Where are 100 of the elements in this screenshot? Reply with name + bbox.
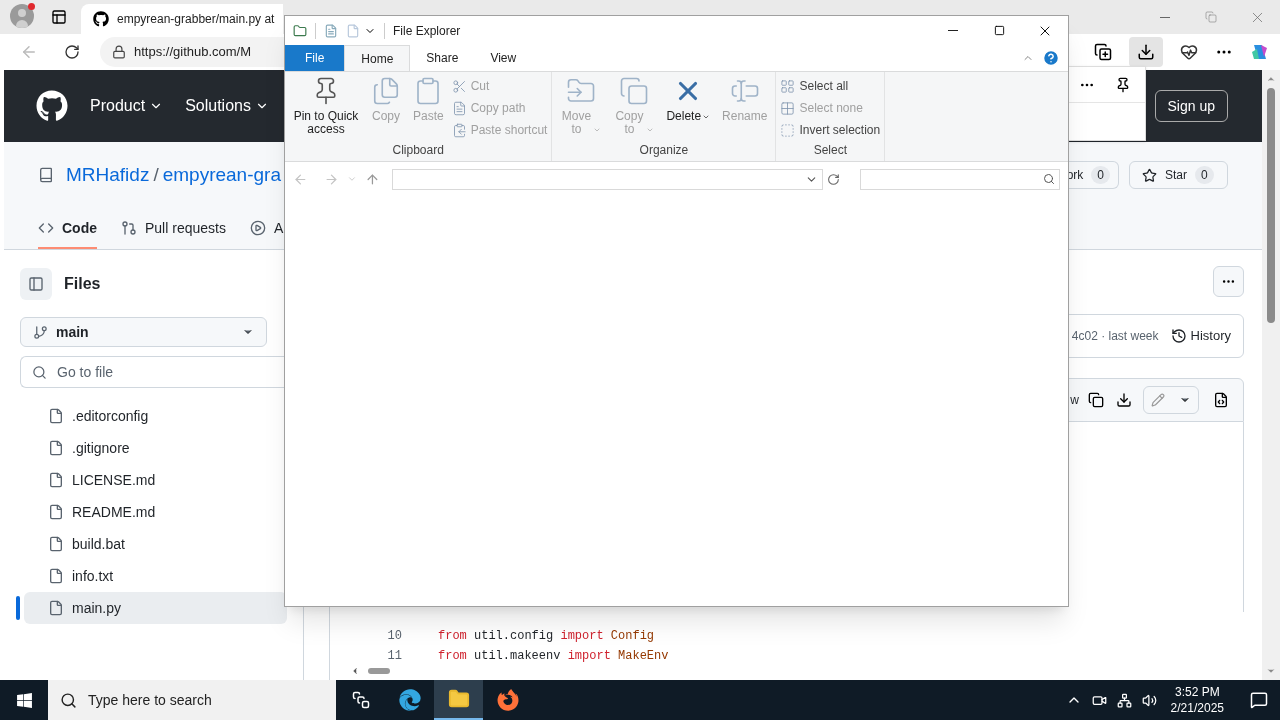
ribbon-tab[interactable]: View [474,45,533,71]
collapse-files-button[interactable] [20,268,52,300]
browser-essentials-icon[interactable] [1180,43,1198,61]
owner-link[interactable]: MRHafidz [66,160,150,190]
nav-menu[interactable]: Solutions [185,94,269,118]
profile-avatar[interactable] [10,4,34,28]
scroll-left-icon[interactable] [350,666,360,676]
group-label: Select [812,142,848,159]
file-icon [48,568,64,584]
copilot-icon[interactable] [1250,42,1270,62]
browser-tab[interactable]: empyrean-grabber/main.py at [81,4,283,34]
file-item[interactable]: LICENSE.md [24,464,287,496]
github-logo-icon [93,11,109,27]
code-icon [38,220,54,236]
history-button[interactable]: History [1170,326,1231,346]
help-icon[interactable] [1042,49,1060,67]
github-logo-icon[interactable] [36,90,68,122]
selection-indicator [16,596,20,620]
minimize-icon [1160,16,1170,18]
taskbar-app-button[interactable] [434,680,483,720]
sign-up-button[interactable]: Sign up [1154,90,1228,122]
repo-tab[interactable]: A [249,209,284,249]
line-number: 11 [386,648,402,665]
scroll-up-icon[interactable] [1266,74,1276,84]
repo-tab[interactable]: Pull requests [121,209,226,249]
file-item[interactable]: .editorconfig [24,400,287,432]
caret-icon [702,113,711,121]
folder-icon [447,688,470,710]
play-icon [249,220,266,236]
ribbon-tab[interactable]: Share [410,45,475,71]
scroll-down-icon[interactable] [1266,666,1276,676]
ribbon-button[interactable]: Delete [662,76,715,141]
file-icon [48,600,64,616]
up-icon[interactable] [364,171,380,187]
caret-icon [646,126,655,134]
code-line: from util.config import Config [438,628,655,645]
edit-button[interactable] [1143,386,1199,414]
notifications-icon[interactable] [1250,691,1268,709]
pencil-icon [1151,393,1165,407]
address-field[interactable] [391,168,823,190]
ribbon-button[interactable]: Invert selection [780,121,881,139]
clock[interactable]: 3:52 PM 2/21/2025 [1166,684,1228,716]
star-icon [1142,167,1157,183]
file-icon [48,504,64,520]
ribbon-button[interactable]: Pin to Quick access [289,76,363,141]
file-item[interactable]: main.py [24,592,287,624]
star-button[interactable]: Star 0 [1129,161,1228,189]
volume-icon[interactable] [1141,692,1157,708]
maximize-icon [993,25,1005,36]
collections-icon[interactable] [1094,43,1112,61]
scrollbar-thumb[interactable] [1267,88,1275,323]
windows-logo-icon [15,691,33,709]
search-icon [32,364,47,380]
file-item[interactable]: build.bat [24,528,287,560]
history-icon [1170,328,1187,344]
ribbon-button[interactable]: Select all [780,77,881,95]
taskbar-search-field[interactable]: Type here to search [48,680,336,720]
branch-icon [33,324,48,340]
go-to-file-field[interactable]: Go to file [20,356,284,388]
file-icon [48,472,64,488]
raw-button-text[interactable]: w [1070,391,1079,409]
file-icon [48,536,64,552]
commit-info: 4c02 · last week [1071,328,1159,345]
network-icon[interactable] [1116,692,1132,708]
search-icon [60,691,77,709]
pull-request-icon [121,220,137,236]
branch-selector[interactable]: main [20,317,267,347]
dashed-square-icon [780,122,796,138]
file-item[interactable]: README.md [24,496,287,528]
properties-icon[interactable] [324,23,338,38]
grid-icon [780,78,796,94]
code-file-icon [1213,392,1229,408]
file-icon [48,408,64,424]
pin-icon[interactable] [1115,76,1131,93]
nav-menu[interactable]: Product [90,94,164,118]
file-item[interactable]: .gitignore [24,432,287,464]
sidebar-icon [28,276,44,292]
fox-browser-logo-icon [496,689,519,711]
downloads-button[interactable] [1129,37,1163,67]
window-title: File Explorer [393,22,461,40]
copy-icon [1088,392,1104,408]
document-icon [451,100,467,116]
refresh-icon[interactable] [64,44,80,60]
tab-actions-icon[interactable] [51,9,67,25]
copy-icon [618,76,649,106]
line-number: 10 [386,628,402,645]
task-view-icon [351,691,370,709]
repo-tab[interactable]: Code [38,209,97,249]
repo-link[interactable]: empyrean-gra [162,160,281,190]
ribbon-tab[interactable]: Home [344,45,411,71]
search-field[interactable] [859,168,1060,190]
address-bar[interactable]: https://github.com/M [100,37,284,67]
group-label: Clipboard [391,142,445,159]
caret-icon [593,126,602,134]
scrollbar-thumb[interactable] [368,668,390,674]
file-item[interactable]: info.txt [24,560,287,592]
file-tab[interactable]: File [285,45,345,71]
download-icon [1137,43,1155,61]
download-icon [1116,392,1132,408]
vertical-scrollbar[interactable] [1262,70,1280,680]
